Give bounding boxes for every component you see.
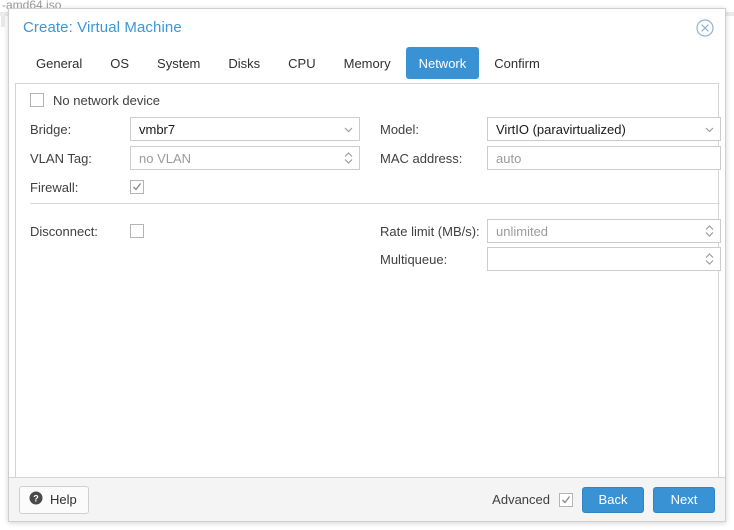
chevron-down-icon[interactable] <box>698 118 720 140</box>
spinner-icon[interactable] <box>337 147 359 169</box>
disconnect-label-row: Disconnect: <box>30 219 98 243</box>
back-button[interactable]: Back <box>582 486 644 513</box>
spinner-icon[interactable] <box>698 248 720 270</box>
tab-general[interactable]: General <box>23 47 95 79</box>
tab-os[interactable]: OS <box>97 47 142 79</box>
background-tick <box>1 16 5 27</box>
model-select[interactable]: VirtIO (paravirtualized) <box>487 117 721 141</box>
firewall-checkbox-row <box>130 175 144 199</box>
multiqueue-label-row: Multiqueue: <box>380 247 447 271</box>
mac-address-label-row: MAC address: <box>380 146 462 170</box>
mac-address-value: auto <box>496 150 522 166</box>
no-network-device-label: No network device <box>53 92 160 108</box>
disconnect-label: Disconnect: <box>30 223 98 239</box>
tab-confirm[interactable]: Confirm <box>481 47 553 79</box>
model-value: VirtIO (paravirtualized) <box>496 121 626 137</box>
footer-actions: Advanced Back Next <box>492 486 715 513</box>
dialog-title: Create: Virtual Machine <box>23 19 182 36</box>
disconnect-checkbox-row <box>130 219 144 243</box>
no-network-device-row: No network device <box>30 88 160 112</box>
dialog-footer: ? Help Advanced Back Next <box>9 477 725 521</box>
no-network-device-checkbox[interactable] <box>30 93 44 107</box>
bridge-select[interactable]: vmbr7 <box>130 117 360 141</box>
close-circle-icon[interactable] <box>695 18 715 38</box>
tab-system[interactable]: System <box>144 47 213 79</box>
mac-address-label: MAC address: <box>380 150 463 166</box>
firewall-checkbox[interactable] <box>130 180 144 194</box>
network-settings-panel: No network device Bridge: vmbr7 VLAN Tag… <box>15 83 721 477</box>
section-divider <box>30 203 720 204</box>
vlan-tag-value: no VLAN <box>139 150 192 166</box>
tab-disks[interactable]: Disks <box>215 47 273 79</box>
model-label: Model: <box>380 121 420 137</box>
vlan-tag-label: VLAN Tag: <box>30 150 92 166</box>
rate-limit-label-row: Rate limit (MB/s): <box>380 219 480 243</box>
multiqueue-input[interactable] <box>487 247 721 271</box>
svg-text:?: ? <box>33 493 39 503</box>
next-button[interactable]: Next <box>653 486 715 513</box>
chevron-down-icon[interactable] <box>337 118 359 140</box>
mac-address-input[interactable]: auto <box>487 146 721 170</box>
tab-network[interactable]: Network <box>405 47 480 79</box>
bridge-label-row: Bridge: <box>30 117 71 141</box>
help-button[interactable]: ? Help <box>19 485 89 514</box>
wizard-tabs: General OS System Disks CPU Memory Netwo… <box>9 47 725 79</box>
dialog-titlebar: Create: Virtual Machine <box>9 9 725 47</box>
bridge-label: Bridge: <box>30 121 72 137</box>
help-button-label: Help <box>50 492 77 507</box>
firewall-label: Firewall: <box>30 179 79 195</box>
advanced-label: Advanced <box>492 492 550 507</box>
model-label-row: Model: <box>380 117 419 141</box>
tab-memory[interactable]: Memory <box>331 47 404 79</box>
firewall-label-row: Firewall: <box>30 175 78 199</box>
advanced-checkbox[interactable] <box>559 492 573 507</box>
rate-limit-label: Rate limit (MB/s): <box>380 223 480 239</box>
create-vm-dialog: Create: Virtual Machine General OS Syste… <box>8 8 726 522</box>
spinner-icon[interactable] <box>698 220 720 242</box>
question-mark-icon: ? <box>29 491 43 508</box>
bridge-value: vmbr7 <box>139 121 176 137</box>
tab-cpu[interactable]: CPU <box>275 47 328 79</box>
disconnect-checkbox[interactable] <box>130 224 144 238</box>
rate-limit-value: unlimited <box>496 223 549 239</box>
vlan-tag-input[interactable]: no VLAN <box>130 146 360 170</box>
rate-limit-input[interactable]: unlimited <box>487 219 721 243</box>
vlan-tag-label-row: VLAN Tag: <box>30 146 92 170</box>
multiqueue-label: Multiqueue: <box>380 251 448 267</box>
